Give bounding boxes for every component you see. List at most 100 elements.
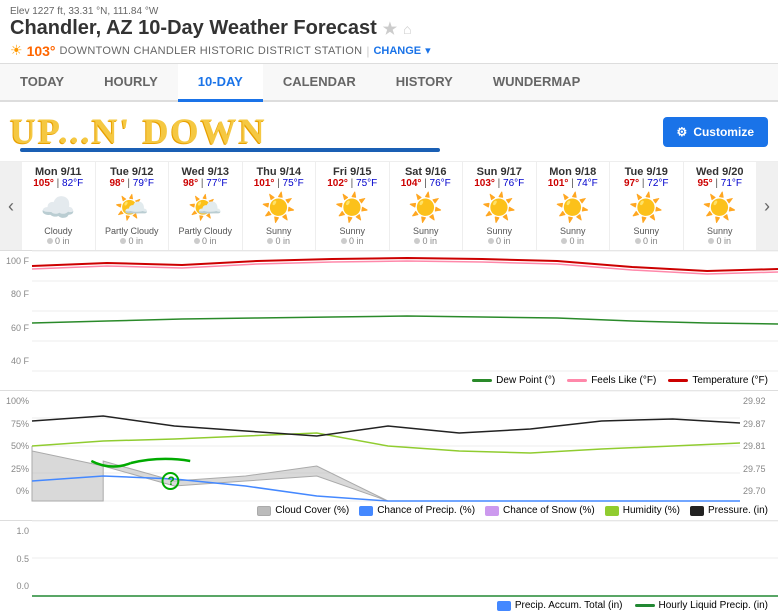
customize-label: Customize (693, 125, 754, 139)
day-col-8[interactable]: Tue 9/19 97° | 72°F ☀️ Sunny 0 in (610, 162, 684, 250)
precip-dot (47, 238, 53, 244)
day-temps: 95° | 71°F (686, 178, 755, 189)
day-low: 71°F (721, 178, 742, 189)
day-col-9[interactable]: Wed 9/20 95° | 71°F ☀️ Sunny 0 in (684, 162, 757, 250)
tab-calendar[interactable]: CALENDAR (263, 64, 376, 102)
dew-point-color (472, 379, 492, 382)
day-col-7[interactable]: Mon 9/18 101° | 74°F ☀️ Sunny 0 in (537, 162, 611, 250)
day-temps: 97° | 72°F (612, 178, 681, 189)
day-col-2[interactable]: Wed 9/13 98° | 77°F 🌤️ Partly Cloudy 0 i… (169, 162, 243, 250)
change-link[interactable]: CHANGE (373, 45, 421, 57)
legend-dew-point: Dew Point (°) (472, 375, 555, 386)
top-bar: Elev 1227 ft, 33.31 °N, 111.84 °W Chandl… (0, 0, 778, 64)
tab-history[interactable]: HISTORY (376, 64, 473, 102)
legend-pressure: Pressure. (in) (690, 505, 768, 516)
day-precip: 0 in (392, 236, 461, 246)
customize-button[interactable]: ⚙ Customize (663, 117, 768, 147)
precip-dot (708, 238, 714, 244)
day-high: 102° (327, 178, 348, 189)
temperature-badge: 103° (27, 43, 56, 59)
legend-precip-accum: Precip. Accum. Total (in) (497, 600, 623, 611)
feels-like-color (567, 379, 587, 382)
star-icon[interactable]: ★ (383, 19, 397, 39)
accum-chart-canvas (32, 521, 778, 596)
day-precip: 0 in (612, 236, 681, 246)
precip-dot (341, 238, 347, 244)
tab-today[interactable]: TODAY (0, 64, 84, 102)
next-arrow[interactable]: › (756, 162, 778, 250)
day-desc: Partly Cloudy (171, 226, 240, 236)
day-low: 76°F (430, 178, 451, 189)
day-desc: Sunny (245, 226, 314, 236)
precip-chart-legend: Cloud Cover (%) Chance of Precip. (%) Ch… (0, 501, 778, 520)
day-header: Tue 9/12 (98, 166, 167, 178)
day-col-5[interactable]: Sat 9/16 104° | 76°F ☀️ Sunny 0 in (390, 162, 464, 250)
day-low: 72°F (647, 178, 668, 189)
chance-snow-label: Chance of Snow (%) (503, 505, 595, 516)
day-icon: 🌤️ (98, 191, 167, 224)
day-col-6[interactable]: Sun 9/17 103° | 76°F ☀️ Sunny 0 in (463, 162, 537, 250)
day-temps: 101° | 75°F (245, 178, 314, 189)
day-header: Fri 9/15 (318, 166, 387, 178)
tab-10day[interactable]: 10-DAY (178, 64, 263, 102)
day-icon: ☀️ (612, 191, 681, 224)
nav-tabs: TODAY HOURLY 10-DAY CALENDAR HISTORY WUN… (0, 64, 778, 102)
day-high: 104° (401, 178, 422, 189)
chance-precip-color (359, 506, 373, 516)
pressure-label: Pressure. (in) (708, 505, 768, 516)
precip-dot (267, 238, 273, 244)
accum-chart-svg (32, 521, 778, 596)
day-col-3[interactable]: Thu 9/14 101° | 75°F ☀️ Sunny 0 in (243, 162, 317, 250)
page-title: Chandler, AZ 10-Day Weather Forecast (10, 17, 377, 40)
day-icon: ☀️ (465, 191, 534, 224)
day-high: 101° (548, 178, 569, 189)
hourly-liquid-label: Hourly Liquid Precip. (in) (659, 600, 769, 611)
precip-y-axis-left: 100%75%50%25%0% (0, 391, 32, 501)
day-icon: ☀️ (245, 191, 314, 224)
day-precip: 0 in (318, 236, 387, 246)
day-col-1[interactable]: Tue 9/12 98° | 79°F 🌤️ Partly Cloudy 0 i… (96, 162, 170, 250)
precip-dot (120, 238, 126, 244)
temperature-chart-section: 100 F80 F60 F40 F Dew Point (°) (0, 251, 778, 391)
feels-like-label: Feels Like (°F) (591, 375, 656, 386)
prev-arrow[interactable]: ‹ (0, 162, 22, 250)
forecast-grid: ‹ Mon 9/11 105° | 82°F ☁️ Cloudy 0 in Tu… (0, 162, 778, 251)
day-precip: 0 in (686, 236, 755, 246)
temperature-color (668, 379, 688, 382)
temp-chart-svg (32, 251, 778, 371)
day-precip: 0 in (98, 236, 167, 246)
day-temps: 103° | 76°F (465, 178, 534, 189)
day-high: 105° (33, 178, 54, 189)
humidity-label: Humidity (%) (623, 505, 680, 516)
day-temps: 104° | 76°F (392, 178, 461, 189)
day-icon: ☀️ (539, 191, 608, 224)
pipe-divider: | (366, 44, 369, 58)
station-name: DOWNTOWN CHANDLER HISTORIC DISTRICT STAT… (60, 45, 363, 57)
day-high: 95° (697, 178, 712, 189)
day-high: 101° (254, 178, 275, 189)
tab-wundermap[interactable]: WUNDERMAP (473, 64, 600, 102)
tab-hourly[interactable]: HOURLY (84, 64, 178, 102)
day-header: Wed 9/13 (171, 166, 240, 178)
day-col-0[interactable]: Mon 9/11 105° | 82°F ☁️ Cloudy 0 in (22, 162, 96, 250)
day-desc: Sunny (318, 226, 387, 236)
cloud-cover-label: Cloud Cover (%) (275, 505, 349, 516)
day-col-4[interactable]: Fri 9/15 102° | 75°F ☀️ Sunny 0 in (316, 162, 390, 250)
day-precip: 0 in (539, 236, 608, 246)
legend-cloud-cover: Cloud Cover (%) (257, 505, 349, 516)
day-header: Mon 9/18 (539, 166, 608, 178)
home-icon[interactable]: ⌂ (403, 21, 411, 37)
pressure-color (690, 506, 704, 516)
day-low: 82°F (62, 178, 83, 189)
chevron-down-icon: ▾ (425, 44, 431, 57)
day-low: 75°F (356, 178, 377, 189)
precip-y-axis-right: 29.9229.8729.8129.7529.70 (740, 391, 778, 501)
precip-chart-canvas: ? (32, 391, 740, 501)
day-desc: Sunny (612, 226, 681, 236)
cloud-cover-color (257, 506, 271, 516)
gear-icon: ⚙ (677, 125, 688, 139)
precip-chart-svg: ? (32, 391, 740, 501)
day-icon: ☁️ (24, 191, 93, 224)
precip-accum-color (497, 601, 511, 611)
day-desc: Partly Cloudy (98, 226, 167, 236)
